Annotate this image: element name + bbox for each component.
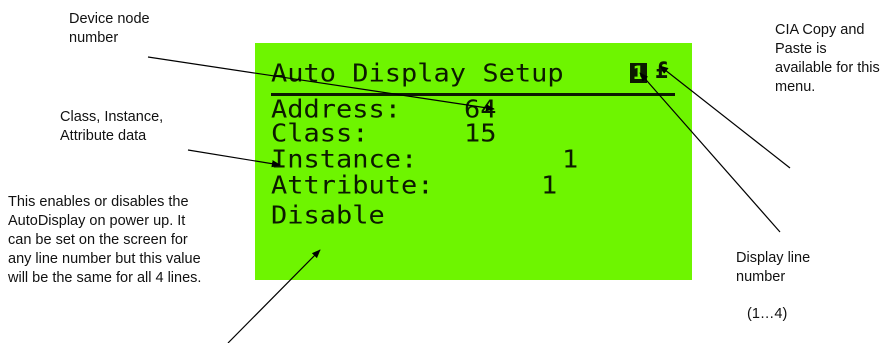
arrow-class-instance-attribute — [187, 149, 281, 168]
arrow-device-node — [147, 56, 495, 112]
arrow-enable-disable — [227, 249, 321, 343]
callout-arrows — [147, 56, 791, 343]
arrow-display-line-number — [639, 72, 781, 233]
